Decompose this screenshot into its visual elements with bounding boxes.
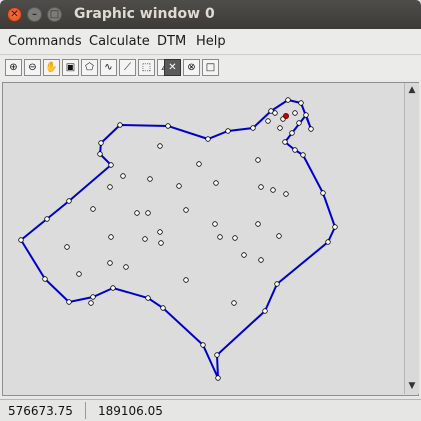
- fit-view-icon: ▣: [65, 62, 76, 73]
- break-line-button[interactable]: ⟋: [119, 59, 136, 76]
- toolbar: ⊕ ⊖ ✋ ▣ ⬠ ∿ ⟋ ⬚ ⟁ ✕ ⊗ □: [0, 56, 421, 80]
- scroll-down-icon[interactable]: ▼: [406, 380, 418, 392]
- select-button[interactable]: ✕: [164, 59, 181, 76]
- pan-hand-icon: ✋: [45, 62, 58, 73]
- rectangle-button[interactable]: □: [202, 59, 219, 76]
- graphic-canvas[interactable]: [2, 82, 419, 396]
- minimize-button[interactable]: –: [27, 7, 42, 22]
- x-coordinate: 576673.75: [8, 404, 73, 418]
- polygon-icon: ⊗: [187, 62, 196, 73]
- menu-dtm[interactable]: DTM: [157, 34, 186, 49]
- polygon-button[interactable]: ⊗: [183, 59, 200, 76]
- menu-bar: Commands Calculate DTM Help: [0, 29, 421, 55]
- pan-button[interactable]: ✋: [43, 59, 60, 76]
- menu-help[interactable]: Help: [196, 34, 226, 49]
- scroll-up-icon[interactable]: ▲: [406, 84, 418, 96]
- close-button[interactable]: ✕: [7, 7, 22, 22]
- select-icon: ✕: [168, 62, 177, 73]
- window-select-icon: ⬚: [141, 62, 152, 73]
- status-bar: 576673.75 189106.05: [0, 399, 421, 421]
- maximize-icon: □: [49, 9, 60, 20]
- zoom-in-icon: ⊕: [9, 62, 18, 73]
- menu-calculate[interactable]: Calculate: [89, 34, 150, 49]
- title-bar[interactable]: ✕ – □ Graphic window 0: [0, 0, 421, 29]
- contour-icon: ∿: [104, 62, 113, 73]
- break-line-icon: ⟋: [124, 62, 131, 73]
- polygon-select-icon: ⬠: [85, 62, 94, 73]
- zoom-out-button[interactable]: ⊖: [24, 59, 41, 76]
- y-coordinate: 189106.05: [98, 404, 163, 418]
- status-divider: [85, 402, 86, 419]
- zoom-in-button[interactable]: ⊕: [5, 59, 22, 76]
- app-window: ✕ – □ Graphic window 0 Commands Calculat…: [0, 0, 421, 421]
- window-select-button[interactable]: ⬚: [138, 59, 155, 76]
- contour-button[interactable]: ∿: [100, 59, 117, 76]
- point-cloud: [18, 97, 338, 381]
- maximize-button[interactable]: □: [47, 7, 62, 22]
- polygon-select-button[interactable]: ⬠: [81, 59, 98, 76]
- fit-view-button[interactable]: ▣: [62, 59, 79, 76]
- boundary-polyline: [20, 98, 337, 379]
- rectangle-icon: □: [205, 62, 216, 73]
- selected-point[interactable]: [282, 112, 289, 119]
- zoom-out-icon: ⊖: [28, 62, 37, 73]
- window-title: Graphic window 0: [74, 6, 215, 22]
- minimize-icon: –: [32, 9, 37, 20]
- vertical-scrollbar[interactable]: ▲ ▼: [404, 83, 419, 394]
- close-icon: ✕: [10, 9, 19, 20]
- dtm-plot[interactable]: [3, 83, 404, 395]
- menu-commands[interactable]: Commands: [8, 34, 82, 49]
